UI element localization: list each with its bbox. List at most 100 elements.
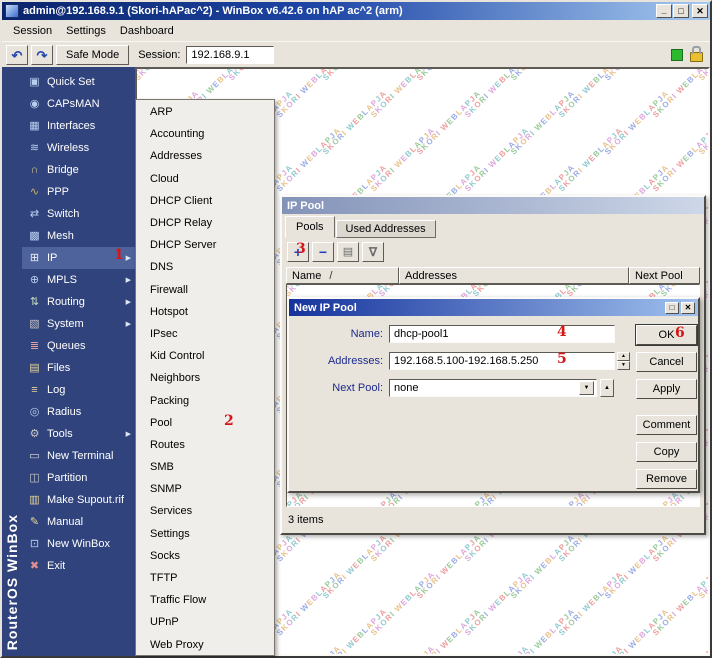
submenu-item-socks[interactable]: Socks (136, 545, 274, 567)
sidebar-item-new-winbox[interactable]: ⊡New WinBox (22, 533, 135, 555)
sidebar-item-wireless[interactable]: ≋Wireless (22, 137, 135, 159)
undo-button[interactable]: ↶ (6, 45, 28, 65)
sidebar-item-label: Partition (47, 472, 87, 484)
sidebar-item-capsman[interactable]: ◉CAPsMAN (22, 93, 135, 115)
sidebar-item-queues[interactable]: ≣Queues (22, 335, 135, 357)
name-row: Name: dhcp-pool1 (289, 325, 615, 343)
submenu-item-accounting[interactable]: Accounting (136, 123, 274, 145)
submenu-item-services[interactable]: Services (136, 500, 274, 522)
next-pool-dropdown-icon[interactable]: ▼ (579, 381, 594, 395)
comment-button[interactable]: Comment (636, 415, 697, 435)
addresses-down-button[interactable]: ▼ (617, 361, 630, 370)
next-pool-label: Next Pool: (289, 382, 389, 394)
menu-dashboard[interactable]: Dashboard (113, 23, 181, 39)
remove-pool-button[interactable]: − (312, 242, 334, 262)
submenu-item-kid-control[interactable]: Kid Control (136, 345, 274, 367)
dialog-close-button[interactable]: ✕ (681, 302, 695, 314)
submenu-item-tftp[interactable]: TFTP (136, 567, 274, 589)
connection-status-icon (671, 49, 683, 61)
column-header-name[interactable]: Name/ (286, 267, 399, 284)
menu-settings[interactable]: Settings (59, 23, 113, 39)
submenu-item-dns[interactable]: DNS (136, 256, 274, 278)
sidebar-item-make-supout-rif[interactable]: ▥Make Supout.rif (22, 489, 135, 511)
cancel-button[interactable]: Cancel (636, 352, 697, 372)
sidebar-item-label: Tools (47, 428, 73, 440)
close-button[interactable]: ✕ (692, 4, 708, 18)
submenu-item-dhcp-relay[interactable]: DHCP Relay (136, 212, 274, 234)
menu-session[interactable]: Session (6, 23, 59, 39)
submenu-item-web-proxy[interactable]: Web Proxy (136, 634, 274, 656)
sidebar-item-exit[interactable]: ✖Exit (22, 555, 135, 577)
sidebar-item-routing[interactable]: ⇅Routing▶ (22, 291, 135, 313)
sidebar-item-files[interactable]: ▤Files (22, 357, 135, 379)
submenu-item-pool[interactable]: Pool (136, 412, 274, 434)
column-header-next-pool[interactable]: Next Pool (629, 267, 700, 284)
sidebar-item-label: New Terminal (47, 450, 113, 462)
submenu-item-firewall[interactable]: Firewall (136, 279, 274, 301)
remove-button[interactable]: Remove (636, 469, 697, 489)
add-icon: + (294, 245, 302, 259)
column-header-addresses[interactable]: Addresses (399, 267, 629, 284)
submenu-item-dhcp-client[interactable]: DHCP Client (136, 190, 274, 212)
apply-button[interactable]: Apply (636, 379, 697, 399)
submenu-item-upnp[interactable]: UPnP (136, 611, 274, 633)
next-pool-select[interactable]: none ▼ (389, 379, 597, 397)
submenu-item-smb[interactable]: SMB (136, 456, 274, 478)
submenu-item-arp[interactable]: ARP (136, 101, 274, 123)
name-input[interactable]: dhcp-pool1 (389, 325, 615, 343)
submenu-item-addresses[interactable]: Addresses (136, 145, 274, 167)
sidebar-item-radius[interactable]: ◎Radius (22, 401, 135, 423)
submenu-item-traffic-flow[interactable]: Traffic Flow (136, 589, 274, 611)
redo-button[interactable]: ↷ (31, 45, 53, 65)
capsman-icon: ◉ (27, 99, 42, 110)
list-button[interactable]: ▤ (337, 242, 359, 262)
ok-button[interactable]: OK (636, 325, 697, 345)
submenu-item-routes[interactable]: Routes (136, 434, 274, 456)
next-pool-up-button[interactable]: ▲ (600, 379, 614, 397)
submenu-item-ipsec[interactable]: IPsec (136, 323, 274, 345)
submenu-item-settings[interactable]: Settings (136, 523, 274, 545)
addresses-label: Addresses: (289, 355, 389, 367)
ip-pool-tabs: Pools Used Addresses (285, 217, 437, 238)
sidebar-item-ip[interactable]: ⊞IP▶ (22, 247, 135, 269)
sidebar-item-system[interactable]: ▧System▶ (22, 313, 135, 335)
submenu-item-snmp[interactable]: SNMP (136, 478, 274, 500)
partition-icon: ◫ (27, 473, 42, 484)
submenu-item-cloud[interactable]: Cloud (136, 168, 274, 190)
new-ip-pool-dialog: New IP Pool □ ✕ Name: dhcp-pool1 Address… (287, 297, 700, 493)
minimize-button[interactable]: _ (656, 4, 672, 18)
switch-icon: ⇄ (27, 209, 42, 220)
submenu-item-packing[interactable]: Packing (136, 389, 274, 411)
submenu-item-hotspot[interactable]: Hotspot (136, 301, 274, 323)
sidebar-item-tools[interactable]: ⚙Tools▶ (22, 423, 135, 445)
filter-button[interactable]: ∇ (362, 242, 384, 262)
sidebar-item-mesh[interactable]: ▩Mesh (22, 225, 135, 247)
add-pool-button[interactable]: + (287, 242, 309, 262)
sidebar-item-log[interactable]: ≡Log (22, 379, 135, 401)
sidebar-item-interfaces[interactable]: ▦Interfaces (22, 115, 135, 137)
sidebar-item-new-terminal[interactable]: ▭New Terminal (22, 445, 135, 467)
maximize-button[interactable]: □ (673, 4, 689, 18)
mpls-icon: ⊕ (27, 275, 42, 286)
sidebar-item-switch[interactable]: ⇄Switch (22, 203, 135, 225)
addresses-input[interactable]: 192.168.5.100-192.168.5.250 (389, 352, 615, 370)
copy-button[interactable]: Copy (636, 442, 697, 462)
log-icon: ≡ (27, 385, 42, 396)
tab-used-addresses[interactable]: Used Addresses (336, 220, 436, 238)
dialog-restore-button[interactable]: □ (665, 302, 679, 314)
submenu-item-dhcp-server[interactable]: DHCP Server (136, 234, 274, 256)
ip-pool-toolbar: + − ▤ ∇ (287, 242, 384, 262)
sidebar-item-partition[interactable]: ◫ Partition (22, 467, 135, 489)
sidebar-item-ppp[interactable]: ∿PPP (22, 181, 135, 203)
sidebar-item-manual[interactable]: ✎Manual (22, 511, 135, 533)
ip-pool-titlebar[interactable]: IP Pool (282, 197, 704, 214)
submenu-item-neighbors[interactable]: Neighbors (136, 367, 274, 389)
sidebar-item-bridge[interactable]: ∩Bridge (22, 159, 135, 181)
addresses-up-button[interactable]: ▲ (617, 352, 630, 361)
dialog-titlebar[interactable]: New IP Pool □ ✕ (289, 299, 698, 316)
tab-pools[interactable]: Pools (285, 216, 335, 238)
safe-mode-button[interactable]: Safe Mode (56, 45, 129, 65)
sidebar-item-quick-set[interactable]: ▣Quick Set (22, 71, 135, 93)
session-field[interactable]: 192.168.9.1 (186, 46, 274, 64)
sidebar-item-mpls[interactable]: ⊕MPLS▶ (22, 269, 135, 291)
